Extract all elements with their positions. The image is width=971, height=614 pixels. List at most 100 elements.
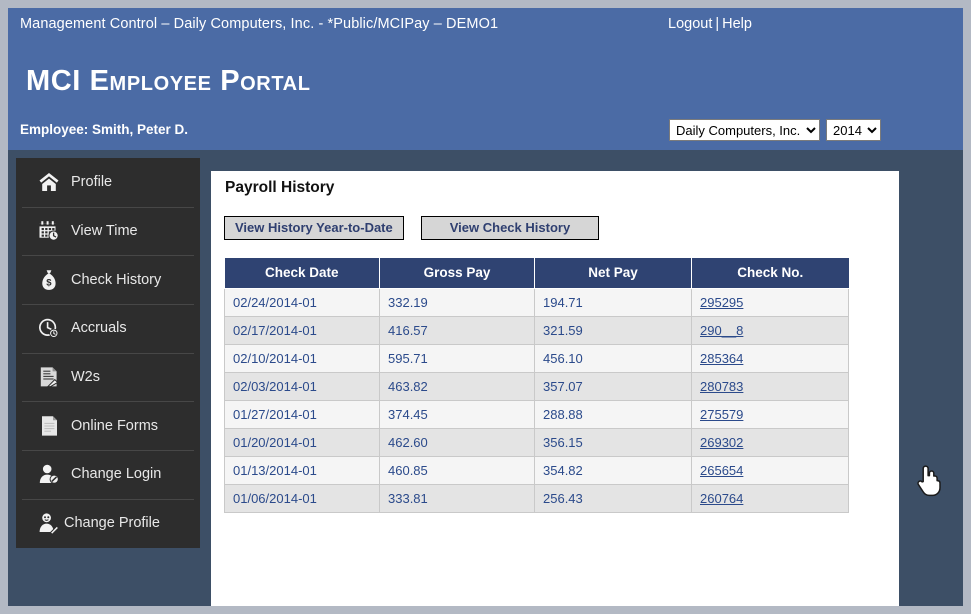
- user-pencil-icon: [36, 510, 62, 536]
- cell-check-no[interactable]: 280783: [691, 371, 849, 401]
- action-button-row: View History Year-to-Date View Check His…: [224, 216, 600, 240]
- cell-net-pay: 356.15: [534, 427, 692, 457]
- sidebar-item-change-profile[interactable]: Change Profile: [16, 498, 200, 548]
- payroll-history-body: 02/24/2014-01 332.19 194.71 295295 02/17/201…: [224, 287, 849, 513]
- cell-gross-pay: 374.45: [379, 399, 535, 429]
- cell-check-no[interactable]: 295295: [691, 287, 849, 317]
- column-header-check-date: Check Date: [224, 258, 380, 289]
- check-number-link[interactable]: 265654: [700, 463, 743, 478]
- page-header: Management Control – Daily Computers, In…: [8, 8, 963, 150]
- sidebar-item-online-forms[interactable]: Online Forms: [16, 401, 200, 450]
- table-row: 01/13/2014-01 460.85 354.82 265654: [224, 455, 849, 485]
- cell-check-date: 01/20/2014-01: [224, 427, 380, 457]
- check-number-link[interactable]: 275579: [700, 407, 743, 422]
- cell-check-no[interactable]: 269302: [691, 427, 849, 457]
- cell-check-no[interactable]: 260764: [691, 483, 849, 513]
- sidebar-item-label: Change Profile: [64, 515, 160, 532]
- svg-text:$: $: [46, 277, 52, 288]
- table-header-row: Check Date Gross Pay Net Pay Check No.: [224, 258, 849, 289]
- main-content-panel: Payroll History View History Year-to-Dat…: [211, 171, 941, 606]
- cell-net-pay: 456.10: [534, 343, 692, 373]
- help-link[interactable]: Help: [722, 16, 752, 32]
- table-row: 01/27/2014-01 374.45 288.88 275579: [224, 399, 849, 429]
- sidebar-nav: Profile View Time $ Check History Accrua…: [16, 158, 200, 548]
- cell-check-date: 02/24/2014-01: [224, 287, 380, 317]
- hand-pointer-cursor: [915, 463, 941, 497]
- table-row: 02/10/2014-01 595.71 456.10 285364: [224, 343, 849, 373]
- check-number-link[interactable]: 290__8: [700, 323, 743, 338]
- sidebar-item-label: View Time: [71, 223, 138, 240]
- payroll-history-table: Check Date Gross Pay Net Pay Check No. 0…: [224, 258, 849, 513]
- check-number-link[interactable]: 285364: [700, 351, 743, 366]
- cell-check-date: 02/10/2014-01: [224, 343, 380, 373]
- cell-net-pay: 256.43: [534, 483, 692, 513]
- portal-title: MCI Employee Portal: [26, 65, 311, 97]
- table-row: 01/06/2014-01 333.81 256.43 260764: [224, 483, 849, 513]
- sidebar-item-label: Profile: [71, 174, 113, 191]
- check-number-link[interactable]: 269302: [700, 435, 743, 450]
- table-row: 02/03/2014-01 463.82 357.07 280783: [224, 371, 849, 401]
- table-row: 02/24/2014-01 332.19 194.71 295295: [224, 287, 849, 317]
- cell-gross-pay: 595.71: [379, 343, 535, 373]
- cell-gross-pay: 462.60: [379, 427, 535, 457]
- cell-net-pay: 321.59: [534, 315, 692, 345]
- column-header-check-no: Check No.: [691, 258, 849, 289]
- table-row: 02/17/2014-01 416.57 321.59 290__8: [224, 315, 849, 345]
- document-signature-icon: [36, 364, 62, 390]
- column-header-gross-pay: Gross Pay: [379, 258, 535, 289]
- sidebar-item-label: Change Login: [71, 466, 162, 483]
- cell-gross-pay: 416.57: [379, 315, 535, 345]
- cell-check-date: 01/13/2014-01: [224, 455, 380, 485]
- cell-check-no[interactable]: 285364: [691, 343, 849, 373]
- clock-icon: [36, 315, 62, 341]
- sidebar-item-view-time[interactable]: View Time: [16, 206, 200, 256]
- sidebar-item-check-history[interactable]: $ Check History: [16, 255, 200, 304]
- view-history-year-to-date-button[interactable]: View History Year-to-Date: [224, 216, 404, 240]
- cell-net-pay: 354.82: [534, 455, 692, 485]
- money-bag-icon: $: [36, 267, 62, 293]
- header-top-row: Management Control – Daily Computers, In…: [8, 8, 963, 44]
- cell-net-pay: 288.88: [534, 399, 692, 429]
- cell-check-date: 02/17/2014-01: [224, 315, 380, 345]
- column-header-net-pay: Net Pay: [534, 258, 692, 289]
- page-title: Payroll History: [225, 179, 335, 196]
- cell-gross-pay: 460.85: [379, 455, 535, 485]
- check-number-link[interactable]: 295295: [700, 295, 743, 310]
- sidebar-item-w2s[interactable]: W2s: [16, 352, 200, 402]
- cell-check-no[interactable]: 290__8: [691, 315, 849, 345]
- sidebar-item-profile[interactable]: Profile: [16, 158, 200, 207]
- cell-gross-pay: 333.81: [379, 483, 535, 513]
- cell-check-date: 01/27/2014-01: [224, 399, 380, 429]
- year-select[interactable]: 2014: [826, 119, 881, 141]
- check-number-link[interactable]: 260764: [700, 491, 743, 506]
- employee-name-label: Employee: Smith, Peter D.: [20, 122, 189, 137]
- user-edit-icon: [36, 461, 62, 487]
- table-row: 01/20/2014-01 462.60 356.15 269302: [224, 427, 849, 457]
- page-icon: [36, 413, 62, 439]
- link-separator: |: [715, 16, 720, 32]
- view-check-history-button[interactable]: View Check History: [420, 216, 600, 240]
- sidebar-item-accruals[interactable]: Accruals: [16, 304, 200, 353]
- home-icon: [36, 169, 62, 195]
- logout-link[interactable]: Logout: [668, 16, 712, 32]
- app-context-label: Management Control – Daily Computers, In…: [20, 16, 499, 32]
- app-window: Management Control – Daily Computers, In…: [8, 8, 963, 606]
- sidebar-item-label: W2s: [71, 369, 100, 386]
- sidebar-item-label: Online Forms: [71, 417, 159, 434]
- cell-net-pay: 194.71: [534, 287, 692, 317]
- company-select[interactable]: Daily Computers, Inc.: [669, 119, 820, 141]
- cell-gross-pay: 332.19: [379, 287, 535, 317]
- cell-check-date: 02/03/2014-01: [224, 371, 380, 401]
- calendar-clock-icon: [36, 218, 62, 244]
- sidebar-item-label: Accruals: [71, 320, 127, 337]
- header-links: Logout | Help: [668, 16, 752, 32]
- cell-check-no[interactable]: 265654: [691, 455, 849, 485]
- cell-check-no[interactable]: 275579: [691, 399, 849, 429]
- sidebar-item-label: Check History: [71, 271, 162, 288]
- cell-net-pay: 357.07: [534, 371, 692, 401]
- cell-check-date: 01/06/2014-01: [224, 483, 380, 513]
- check-number-link[interactable]: 280783: [700, 379, 743, 394]
- sidebar-item-change-login[interactable]: Change Login: [16, 450, 200, 499]
- cell-gross-pay: 463.82: [379, 371, 535, 401]
- header-selectors: Daily Computers, Inc. 2014: [669, 119, 881, 141]
